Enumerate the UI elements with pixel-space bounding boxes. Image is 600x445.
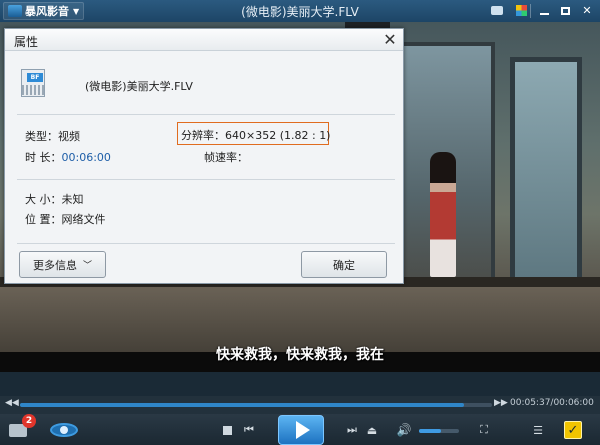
playlist-badge: 2 <box>22 414 36 428</box>
framerate-row: 帧速率： <box>204 149 248 165</box>
size-label: 大 小： <box>25 193 62 206</box>
eye-icon <box>50 423 78 437</box>
volume-slider[interactable] <box>419 429 459 433</box>
maximize-button[interactable] <box>556 2 574 19</box>
ok-button[interactable]: 确定 <box>301 251 387 278</box>
fullscreen-icon: ⛶ <box>480 423 488 436</box>
time-readout: 00:05:37/00:06:00 <box>510 398 594 408</box>
divider <box>17 114 395 115</box>
video-scene-person <box>430 152 456 277</box>
skin-button[interactable] <box>512 2 530 19</box>
more-info-button[interactable]: 更多信息 ﹀ <box>19 251 106 278</box>
stop-button[interactable] <box>221 424 233 436</box>
ok-label: 确定 <box>333 258 355 272</box>
minimize-button[interactable] <box>535 2 553 19</box>
divider <box>17 243 395 244</box>
forward-button[interactable]: ▶▶ <box>494 398 508 408</box>
subtitle-text: 快来救我，快来救我，我在 <box>216 347 384 363</box>
previous-icon: ⏮ <box>244 423 254 436</box>
size-value: 未知 <box>61 193 84 206</box>
properties-dialog: 属性 ✕ BF (微电影)美丽大学.FLV 类型：视频 分辨率：640×352 … <box>4 28 404 284</box>
type-value: 视频 <box>58 130 80 143</box>
dialog-header: 属性 ✕ <box>5 29 403 51</box>
player-window: 暴风影音 ▼ (微电影)美丽大学.FLV ✕ 快来救我，快来救我，我在 ◀◀ ▶… <box>0 0 600 445</box>
chevron-down-icon: ﹀ <box>82 261 92 271</box>
size-row: 大 小：未知 <box>25 191 84 207</box>
fullscreen-button[interactable]: ⛶ <box>477 423 491 437</box>
type-row: 类型：视频 <box>25 128 80 144</box>
next-button[interactable]: ⏭ <box>345 423 359 437</box>
chat-icon <box>491 6 503 15</box>
divider <box>17 179 395 180</box>
minimize-icon <box>539 12 549 15</box>
film-strip <box>22 85 44 95</box>
chat-button[interactable] <box>488 2 506 19</box>
location-label: 位 置： <box>25 213 62 226</box>
location-value: 网络文件 <box>61 213 106 226</box>
duration-label: 时 长： <box>25 151 62 164</box>
title-bar: 暴风影音 ▼ (微电影)美丽大学.FLV ✕ <box>0 0 600 22</box>
title-bar-divider <box>530 4 531 18</box>
file-icon-label: BF <box>27 73 43 82</box>
file-icon: BF <box>21 69 45 97</box>
progress-row: ◀◀ ▶▶ 00:05:37/00:06:00 <box>0 396 600 414</box>
next-icon: ⏭ <box>347 423 357 436</box>
dialog-title: 属性 <box>14 35 39 49</box>
check-button[interactable]: ✓ <box>564 421 582 439</box>
progress-bar[interactable] <box>20 403 492 407</box>
duration-value: 00:06:00 <box>61 151 111 164</box>
resolution-row: 分辨率：640×352 (1.82 : 1) <box>177 122 331 145</box>
eye-button[interactable] <box>48 421 80 439</box>
play-button[interactable] <box>278 415 324 445</box>
dialog-close-button[interactable]: ✕ <box>380 30 400 50</box>
window-title: (微电影)美丽大学.FLV <box>241 5 359 19</box>
eject-icon: ⏏ <box>366 423 378 437</box>
framerate-label: 帧速率： <box>204 151 248 164</box>
type-label: 类型： <box>25 130 58 143</box>
window-close-button[interactable]: ✕ <box>578 2 596 19</box>
rewind-button[interactable]: ◀◀ <box>5 398 19 408</box>
duration-row: 时 长：00:06:00 <box>25 149 111 165</box>
stop-icon <box>222 425 232 435</box>
location-row: 位 置：网络文件 <box>25 211 106 227</box>
volume-icon: 🔊 <box>396 423 412 437</box>
menu-icon: ☰ <box>533 423 543 437</box>
check-icon: ✓ <box>567 422 579 438</box>
maximize-icon <box>560 6 570 15</box>
menu-button[interactable]: ☰ <box>531 423 545 437</box>
close-icon: ✕ <box>582 4 592 17</box>
control-bar: 2 ⏮ ⏭ ⏏ 🔊 ⛶ ☰ ✓ <box>0 414 600 445</box>
volume-button[interactable]: 🔊 <box>396 422 412 438</box>
video-scene-window-right <box>510 57 582 287</box>
more-info-label: 更多信息 <box>32 258 77 272</box>
resolution-value: 640×352 (1.82 : 1) <box>225 129 331 142</box>
play-icon <box>295 421 310 439</box>
file-name: (微电影)美丽大学.FLV <box>85 80 193 93</box>
skin-icon <box>515 5 527 16</box>
progress-fill <box>20 403 464 407</box>
eject-button[interactable]: ⏏ <box>365 423 379 437</box>
resolution-label: 分辨率： <box>181 129 225 142</box>
volume-fill <box>419 429 441 433</box>
previous-button[interactable]: ⏮ <box>242 423 256 437</box>
